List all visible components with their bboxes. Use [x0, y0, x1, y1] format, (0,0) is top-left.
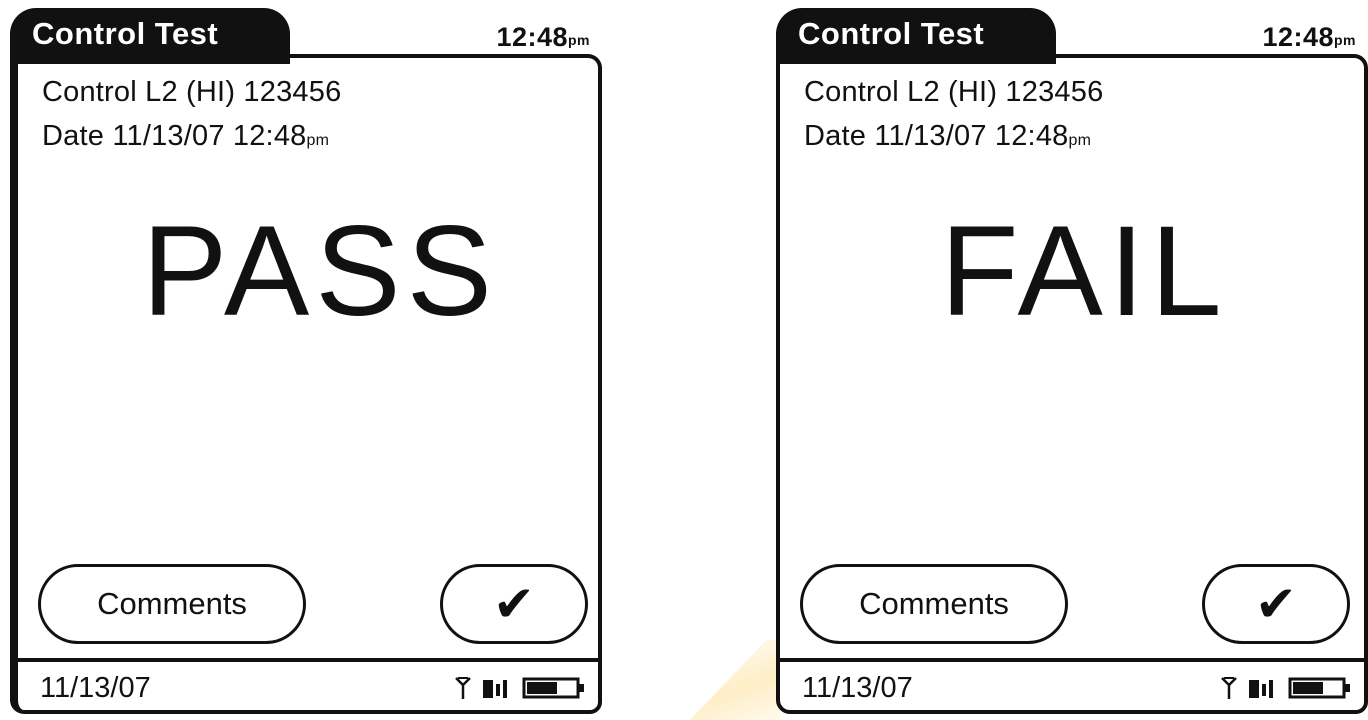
date-text: Date 11/13/07 12:48 [804, 120, 1069, 152]
date-suffix: pm [1068, 132, 1092, 149]
pass-screen: Control Test 12:48pm Control L2 (HI) 123… [10, 8, 602, 714]
antenna-icon [455, 677, 471, 699]
antenna-icon [1221, 677, 1237, 699]
title-tab: Control Test [10, 8, 290, 64]
clock-suffix: pm [568, 32, 590, 48]
fail-screen: Control Test 12:48pm Control L2 (HI) 123… [776, 8, 1368, 714]
confirm-button[interactable]: ✔ [440, 564, 588, 644]
footer-divider [780, 658, 1364, 662]
date-text: Date 11/13/07 12:48 [42, 120, 307, 152]
clock: 12:48pm [496, 22, 590, 53]
result-text: PASS [142, 200, 498, 343]
screen-frame: Control L2 (HI) 123456 Date 11/13/07 12:… [776, 54, 1368, 714]
date-line: Date 11/13/07 12:48pm [42, 120, 329, 153]
clock: 12:48pm [1262, 22, 1356, 53]
clock-suffix: pm [1334, 32, 1356, 48]
date-line: Date 11/13/07 12:48pm [804, 120, 1091, 153]
status-icons [1220, 676, 1352, 700]
comments-label: Comments [859, 586, 1009, 621]
control-test-comparison: Control Test 12:48pm Control L2 (HI) 123… [0, 0, 1368, 720]
signal-icon [483, 680, 507, 698]
date-suffix: pm [306, 132, 330, 149]
confirm-button[interactable]: ✔ [1202, 564, 1350, 644]
result-text: FAIL [940, 200, 1228, 343]
comments-button[interactable]: Comments [38, 564, 306, 644]
screen-frame: Control L2 (HI) 123456 Date 11/13/07 12:… [10, 54, 602, 714]
control-line: Control L2 (HI) 123456 [42, 76, 342, 108]
clock-time: 12:48 [1262, 22, 1334, 52]
control-line: Control L2 (HI) 123456 [804, 76, 1104, 108]
comments-button[interactable]: Comments [800, 564, 1068, 644]
battery-icon [1288, 677, 1350, 699]
clock-time: 12:48 [496, 22, 568, 52]
checkmark-icon: ✔ [1255, 576, 1297, 632]
title-tab: Control Test [776, 8, 1056, 64]
checkmark-icon: ✔ [493, 576, 535, 632]
footer-divider [18, 658, 598, 662]
comments-label: Comments [97, 586, 247, 621]
battery-icon [522, 677, 584, 699]
signal-icon [1249, 680, 1273, 698]
footer-date: 11/13/07 [802, 672, 913, 704]
status-icons [454, 676, 586, 700]
highlight-glow [690, 640, 780, 720]
footer-date: 11/13/07 [40, 672, 151, 704]
